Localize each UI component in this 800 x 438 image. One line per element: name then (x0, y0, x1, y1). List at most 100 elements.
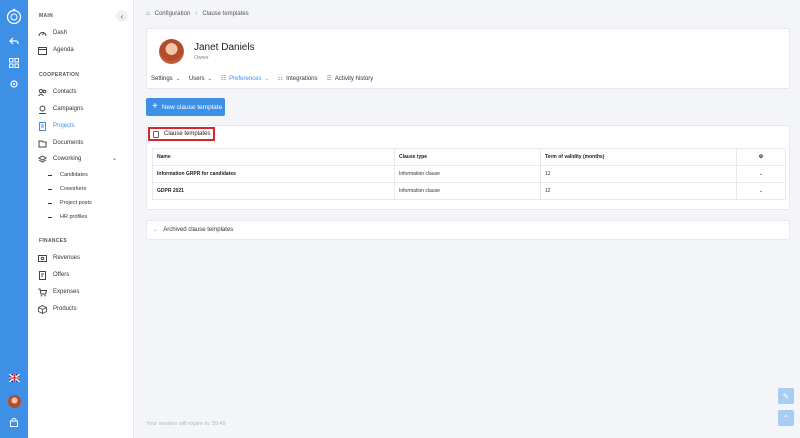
tab-settings[interactable]: Settings ⌄ (151, 75, 180, 82)
grid-icon[interactable] (0, 58, 28, 68)
sidebar-subitem-candidates[interactable]: Candidates (48, 170, 88, 180)
products-icon (38, 304, 47, 314)
clipboard-icon (153, 130, 159, 138)
scroll-top-button[interactable]: ⌃ (778, 410, 794, 426)
sidebar-item-label: Campaigns (53, 106, 84, 112)
tab-label: Activity history (334, 75, 374, 82)
sidebar-item-label: Products (53, 306, 77, 312)
sidebar-item-agenda[interactable]: Agenda (38, 44, 74, 56)
home-icon[interactable]: ⌂ (146, 11, 150, 17)
logo-icon[interactable] (0, 8, 28, 26)
section-finances: FINANCES (39, 238, 67, 244)
tab-activity-history[interactable]: ☰ Activity history (326, 75, 374, 83)
tab-users[interactable]: Users ⌄ (189, 75, 212, 82)
sidebar-subitem-label: Project posts (60, 200, 92, 206)
tab-label: Integrations (286, 75, 318, 82)
cell-clause-type: Information clause (394, 165, 541, 183)
sidebar-subitem-project-posts[interactable]: Project posts (48, 198, 92, 208)
uk-flag-icon[interactable] (0, 374, 28, 382)
sidebar-item-label: Offers (53, 272, 70, 278)
breadcrumb-separator: › (195, 11, 198, 17)
tab-integrations[interactable]: ⚏ Integrations (278, 75, 318, 83)
projects-icon (38, 121, 47, 131)
chevron-down-icon: ⌄ (207, 75, 212, 82)
sidebar-item-contacts[interactable]: Contacts (38, 86, 77, 98)
clause-templates-title: Clause templates (148, 127, 215, 141)
chevron-left-icon: ‹ (120, 11, 124, 21)
documents-icon (38, 139, 47, 148)
lock-icon[interactable] (0, 417, 28, 427)
column-header-term[interactable]: Term of validity (months) (540, 148, 737, 166)
clause-templates-table: Name Clause type Term of validity (month… (152, 148, 786, 200)
archived-clause-templates[interactable]: ⌄ Archived clause templates (146, 220, 790, 240)
plus-icon: + (152, 101, 158, 112)
contacts-icon (38, 88, 47, 97)
cell-name[interactable]: Information GRPR for candidates (152, 165, 395, 183)
avatar[interactable] (0, 395, 28, 408)
settings-icon[interactable] (0, 79, 28, 89)
tab-label: Preferences (229, 75, 262, 82)
sidebar-item-expenses[interactable]: Expenses (38, 286, 79, 298)
session-timer: Your session will expire in: 59:49 (146, 421, 226, 427)
sidebar-item-offers[interactable]: Offers (38, 269, 69, 281)
sidebar-item-label: Revenues (53, 255, 81, 261)
sidebar-subitem-label: Candidates (60, 172, 88, 178)
sidebar-item-label: Documents (53, 140, 84, 146)
cell-term: 12 (540, 165, 737, 183)
calendar-icon (38, 46, 47, 55)
sidebar-item-revenues[interactable]: Revenues (38, 252, 80, 264)
new-clause-template-button[interactable]: + New clause template (146, 98, 225, 116)
sidebar: MAIN Dash Agenda COOPERATION Contacts Ca… (28, 0, 134, 438)
sidebar-item-campaigns[interactable]: Campaigns (38, 103, 83, 115)
sidebar-item-label: Dash (53, 30, 68, 36)
settings-icon[interactable]: ⚙ (736, 148, 786, 166)
column-header-clause-type[interactable]: Clause type (394, 148, 541, 166)
sidebar-subitem-coworkers[interactable]: Coworkers (48, 184, 86, 194)
tab-preferences[interactable]: ☷ Preferences ⌄ (221, 75, 269, 83)
row-actions-chevron-icon[interactable]: ⌄ (736, 165, 786, 183)
section-cooperation: COOPERATION (39, 72, 80, 78)
sidebar-item-label: Agenda (53, 47, 74, 53)
table-header-row: Name Clause type Term of validity (month… (152, 148, 786, 166)
sidebar-item-products[interactable]: Products (38, 303, 77, 315)
profile-role: Owner (194, 55, 209, 61)
sidebar-subitem-hr-profiles[interactable]: HR profiles (48, 212, 87, 222)
archived-label: Archived clause templates (163, 227, 234, 233)
chevron-down-icon: ⌄ (264, 75, 269, 82)
edit-floating-button[interactable]: ✎ (778, 388, 794, 404)
sidebar-item-label: Expenses (53, 289, 80, 295)
breadcrumb-configuration[interactable]: Configuration (155, 11, 191, 17)
profile-card: Janet Daniels Owner Settings ⌄ Users ⌄ ☷ Pr… (146, 28, 790, 89)
cell-clause-type: Information clause (394, 182, 541, 200)
dashboard-icon (38, 29, 47, 38)
sidebar-item-label: Contacts (53, 89, 77, 95)
chevron-down-icon: ⌄ (153, 227, 158, 233)
activity-icon: ☰ (326, 76, 332, 82)
icon-rail (0, 0, 28, 438)
sidebar-collapse-button[interactable]: ‹ (116, 10, 128, 22)
table-row[interactable]: GDPR 2021 Information clause 12 ⌄ (152, 182, 786, 200)
row-actions-chevron-icon[interactable]: ⌄ (736, 182, 786, 200)
back-icon[interactable] (0, 36, 28, 46)
chevron-down-icon[interactable]: ⌄ (112, 155, 117, 162)
sidebar-subitem-label: Coworkers (60, 186, 87, 192)
column-header-name[interactable]: Name (152, 148, 395, 166)
settings-tabs: Settings ⌄ Users ⌄ ☷ Preferences ⌄ ⚏ Integrat… (151, 75, 382, 83)
sidebar-item-coworking[interactable]: Coworking (38, 153, 81, 165)
revenues-icon (38, 254, 47, 263)
sidebar-item-projects[interactable]: Projects (38, 120, 75, 132)
chevron-down-icon: ⌄ (175, 75, 180, 82)
tab-label: Settings (151, 75, 173, 82)
profile-name: Janet Daniels (194, 42, 255, 53)
expenses-icon (38, 288, 47, 297)
coworking-icon (38, 154, 47, 164)
campaigns-icon (38, 105, 47, 114)
breadcrumb-current: Clause templates (202, 11, 249, 17)
sidebar-item-dash[interactable]: Dash (38, 27, 67, 39)
table-row[interactable]: Information GRPR for candidates Informat… (152, 165, 786, 183)
new-clause-template-label: New clause template (161, 103, 223, 111)
sidebar-item-label: Coworking (53, 156, 82, 162)
clause-templates-title-text: Clause templates (164, 131, 211, 137)
cell-name[interactable]: GDPR 2021 (152, 182, 395, 200)
sidebar-item-documents[interactable]: Documents (38, 137, 83, 149)
